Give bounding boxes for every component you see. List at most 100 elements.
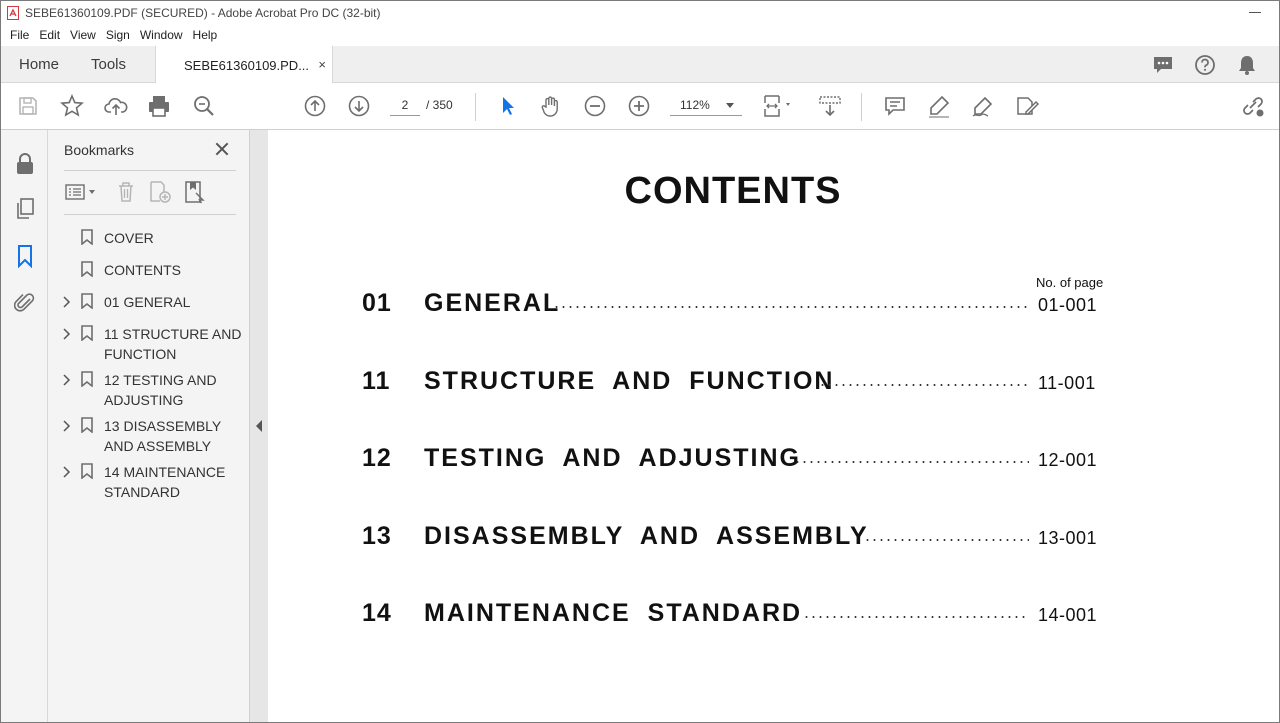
edit-pdf-icon[interactable] (1014, 93, 1040, 119)
toc-number: 12 (362, 444, 392, 472)
bookmark-label: 14 MAINTENANCE STANDARD (104, 464, 226, 500)
bookmark-label: 01 GENERAL (104, 294, 191, 310)
zoom-in-icon[interactable] (626, 93, 652, 119)
tab-tools[interactable]: Tools (91, 46, 126, 83)
page-column-header: No. of page (1036, 275, 1104, 290)
toc-number: 11 (362, 367, 391, 395)
bookmark-icon (81, 371, 93, 388)
toc-title: GENERAL (424, 289, 561, 317)
bookmark-icon (81, 463, 93, 480)
acrobat-app-icon (7, 6, 19, 20)
share-link-icon[interactable] (1240, 93, 1266, 119)
toc-leader-dots (803, 616, 1029, 618)
bookmark-icon (81, 229, 93, 246)
panel-divider (64, 214, 236, 215)
toc-number: 01 (362, 289, 392, 317)
zoom-value: 112% (680, 98, 710, 112)
comment-bubble-icon[interactable] (1151, 53, 1175, 77)
acrobat-window: SEBE61360109.PDF (SECURED) - Adobe Acrob… (0, 0, 1280, 723)
bookmark-options-icon[interactable] (64, 180, 100, 204)
page-fit-icon[interactable] (761, 93, 795, 119)
page-thumbnails-icon[interactable] (13, 197, 37, 221)
scroll-mode-icon[interactable] (816, 93, 844, 119)
notifications-bell-icon[interactable] (1235, 53, 1259, 77)
save-icon[interactable] (15, 93, 41, 119)
toc-leader-dots (819, 384, 1029, 386)
lock-icon[interactable] (13, 152, 37, 176)
highlight-pen-icon[interactable] (926, 93, 952, 119)
bookmark-label: 13 DISASSEMBLY AND ASSEMBLY (104, 418, 221, 454)
toolbar-divider (475, 93, 476, 121)
bookmark-icon (81, 417, 93, 434)
chevron-right-icon[interactable] (62, 327, 72, 340)
bookmarks-panel: Bookmarks COVER CONTENTS 01 GENERAL 11 S… (48, 130, 250, 722)
menu-window[interactable]: Window (135, 28, 188, 42)
select-cursor-icon[interactable] (494, 93, 520, 119)
tab-document[interactable]: SEBE61360109.PD... × (155, 46, 333, 84)
panel-divider (64, 170, 236, 171)
toc-entry: 12 TESTING AND ADJUSTING 12-001 (362, 444, 1112, 474)
menu-help[interactable]: Help (188, 28, 223, 42)
menu-edit[interactable]: Edit (34, 28, 65, 42)
upload-cloud-icon[interactable] (103, 93, 129, 119)
document-view[interactable]: CONTENTS No. of page 01 GENERAL 01-001 1… (268, 130, 1279, 722)
menu-bar: File Edit View Sign Window Help (1, 25, 1279, 45)
help-icon[interactable] (1193, 53, 1217, 77)
tab-home[interactable]: Home (19, 46, 59, 83)
collapse-panel-arrow-icon[interactable] (256, 420, 262, 432)
tab-close-icon[interactable]: × (318, 57, 326, 72)
tab-bar: Home Tools SEBE61360109.PD... × (1, 46, 1279, 84)
zoom-out-icon[interactable] (582, 93, 608, 119)
menu-view[interactable]: View (65, 28, 101, 42)
chevron-right-icon[interactable] (62, 465, 72, 478)
chevron-right-icon[interactable] (62, 295, 72, 308)
delete-trash-icon[interactable] (114, 180, 138, 204)
bookmark-label: 11 STRUCTURE AND FUNCTION (104, 326, 242, 362)
toolbar-divider (861, 93, 862, 121)
toc-number: 13 (362, 522, 392, 550)
toc-entry: 14 MAINTENANCE STANDARD 14-001 (362, 599, 1112, 629)
bookmark-search-icon[interactable] (183, 180, 207, 204)
tab-document-label: SEBE61360109.PD... (184, 57, 310, 73)
previous-page-icon[interactable] (302, 93, 328, 119)
bookmarks-panel-title: Bookmarks (64, 142, 135, 158)
toc-leader-dots (553, 306, 1029, 308)
menu-sign[interactable]: Sign (101, 28, 135, 42)
comment-icon[interactable] (882, 93, 908, 119)
toc-page: 12-001 (1038, 450, 1098, 470)
bookmark-label: 12 TESTING AND ADJUSTING (104, 372, 217, 408)
toc-leader-dots (794, 461, 1029, 463)
toc-entry: 01 GENERAL 01-001 (362, 289, 1112, 319)
toc-title: STRUCTURE AND FUNCTION (424, 367, 835, 395)
star-icon[interactable] (59, 93, 85, 119)
page-total: / 350 (426, 98, 453, 112)
print-icon[interactable] (146, 93, 172, 119)
next-page-icon[interactable] (346, 93, 372, 119)
bookmark-icon (81, 261, 93, 278)
page-number-input[interactable]: 2 (390, 94, 420, 116)
toc-page: 01-001 (1038, 295, 1098, 315)
new-bookmark-icon[interactable] (148, 180, 172, 204)
hand-tool-icon[interactable] (538, 93, 564, 119)
chevron-right-icon[interactable] (62, 373, 72, 386)
menu-file[interactable]: File (5, 28, 34, 42)
toc-page: 11-001 (1038, 373, 1096, 393)
bookmark-icon (81, 293, 93, 310)
zoom-search-icon[interactable] (191, 93, 217, 119)
left-navigation-rail (1, 130, 48, 722)
attachment-paperclip-icon[interactable] (13, 290, 37, 314)
toc-title: MAINTENANCE STANDARD (424, 599, 803, 627)
zoom-select[interactable]: 112% (670, 94, 742, 116)
toc-leader-dots (864, 539, 1029, 541)
close-icon[interactable] (212, 139, 232, 159)
toc-number: 14 (362, 599, 392, 627)
bookmark-icon (81, 325, 93, 342)
sign-pen-icon[interactable] (970, 93, 996, 119)
panel-splitter[interactable] (250, 130, 268, 722)
title-bar: SEBE61360109.PDF (SECURED) - Adobe Acrob… (1, 1, 1279, 25)
tabbar-actions (1151, 53, 1259, 77)
bookmark-panel-icon[interactable] (13, 244, 37, 268)
chevron-right-icon[interactable] (62, 419, 72, 432)
minimize-button[interactable] (1247, 5, 1263, 19)
toc-title: DISASSEMBLY AND ASSEMBLY (424, 522, 869, 550)
